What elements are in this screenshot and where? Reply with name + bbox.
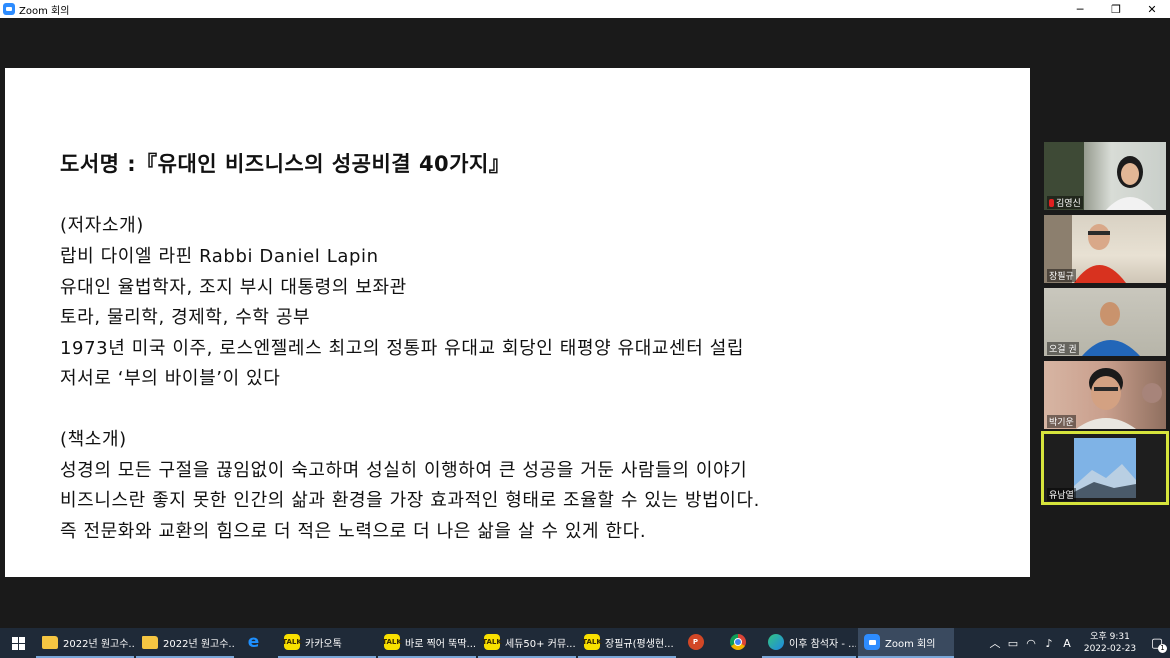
clock[interactable]: 오후 9:31 2022-02-23 bbox=[1080, 631, 1140, 655]
participant-video[interactable]: 장필규 bbox=[1044, 215, 1166, 283]
participant-name: 유남열 bbox=[1047, 488, 1076, 501]
close-button[interactable]: ✕ bbox=[1134, 0, 1170, 18]
participant-video[interactable]: 박기운 bbox=[1044, 361, 1166, 429]
slide-line: 랍비 다이엘 라핀 Rabbi Daniel Lapin bbox=[60, 246, 379, 267]
taskbar-item[interactable] bbox=[720, 628, 760, 658]
clock-time: 오후 9:31 bbox=[1090, 632, 1130, 642]
windows-taskbar: 2022년 원고수... 2022년 원고수... e TALK 카카오톡 TAL… bbox=[0, 628, 1170, 658]
taskbar-item[interactable]: 2022년 원고수... bbox=[36, 628, 134, 658]
chrome-icon bbox=[729, 634, 746, 650]
section-heading-book: (책소개) bbox=[60, 429, 127, 450]
clock-date: 2022-02-23 bbox=[1083, 644, 1137, 654]
active-speaker-video[interactable]: 유남열 bbox=[1041, 431, 1169, 505]
meeting-view: 도서명 :『유대인 비즈니스의 성공비결 40가지』 (저자소개) 랍비 다이엘… bbox=[0, 18, 1170, 628]
notification-icon[interactable]: ▢ 1 bbox=[1144, 636, 1170, 653]
minimize-button[interactable]: ─ bbox=[1062, 0, 1098, 18]
taskbar-item[interactable]: P bbox=[678, 628, 718, 658]
zoom-app-icon bbox=[3, 3, 15, 15]
window-controls: ─ ❐ ✕ bbox=[1062, 0, 1170, 18]
taskbar-item[interactable]: TALK 카카오톡 bbox=[278, 628, 376, 658]
wifi-icon[interactable]: ◠ bbox=[1022, 637, 1040, 650]
taskbar-item[interactable]: 이후 참석자 - ... bbox=[762, 628, 856, 658]
volume-icon[interactable]: ♪ bbox=[1040, 637, 1058, 650]
taskbar-item[interactable]: 2022년 원고수... bbox=[136, 628, 234, 658]
folder-icon bbox=[142, 635, 158, 649]
kakaotalk-icon: TALK bbox=[482, 634, 502, 650]
taskbar-item[interactable]: TALK 바로 찍어 뚝딱... bbox=[378, 628, 476, 658]
taskbar-item-active[interactable]: Zoom 회의 bbox=[858, 628, 954, 658]
title-bar: Zoom 회의 ─ ❐ ✕ bbox=[0, 0, 1170, 18]
slide-line: 성경의 모든 구절을 끊임없이 숙고하며 성실히 이행하여 큰 성공을 거둔 사… bbox=[60, 460, 748, 481]
battery-icon[interactable]: ▭ bbox=[1004, 637, 1022, 650]
notification-count: 1 bbox=[1158, 643, 1167, 653]
section-heading-author: (저자소개) bbox=[60, 215, 144, 236]
participant-video[interactable]: 김영신 bbox=[1044, 142, 1166, 210]
kakaotalk-icon: TALK bbox=[382, 634, 402, 650]
kakaotalk-icon: TALK bbox=[282, 634, 302, 650]
folder-icon bbox=[42, 635, 58, 649]
participant-name: 김영신 bbox=[1047, 196, 1083, 209]
system-tray: ︿ ▭ ◠ ♪ A 오후 9:31 2022-02-23 ▢ 1 bbox=[986, 628, 1170, 658]
mic-muted-icon bbox=[1049, 199, 1054, 207]
participant-name: 장필규 bbox=[1047, 269, 1076, 282]
taskbar-item[interactable]: TALK 장필규(평생현... bbox=[578, 628, 676, 658]
edge-icon bbox=[768, 634, 784, 650]
taskbar-item[interactable]: TALK 세듀50+ 커뮤... bbox=[478, 628, 576, 658]
slide-line: 토라, 물리학, 경제학, 수학 공부 bbox=[60, 307, 311, 328]
participant-name: 오걸 권 bbox=[1047, 342, 1079, 355]
window-title: Zoom 회의 bbox=[19, 5, 70, 17]
powerpoint-icon: P bbox=[687, 634, 704, 650]
slide-line: 즉 전문화와 교환의 힘으로 더 적은 노력으로 더 나은 삶을 살 수 있게 … bbox=[60, 521, 647, 542]
ime-indicator[interactable]: A bbox=[1058, 637, 1076, 650]
slide-line: 저서로 ‘부의 바이블’이 있다 bbox=[60, 368, 281, 389]
book-title: 도서명 :『유대인 비즈니스의 성공비결 40가지』 bbox=[60, 152, 511, 176]
start-button[interactable] bbox=[0, 628, 36, 658]
zoom-icon bbox=[864, 634, 880, 650]
windows-logo-icon bbox=[11, 636, 25, 650]
kakaotalk-icon: TALK bbox=[582, 634, 602, 650]
restore-button[interactable]: ❐ bbox=[1098, 0, 1134, 18]
participant-video[interactable]: 오걸 권 bbox=[1044, 288, 1166, 356]
chevron-up-icon[interactable]: ︿ bbox=[986, 635, 1004, 651]
slide-line: 1973년 미국 이주, 로스엔젤레스 최고의 정통파 유대교 회당인 태평양 … bbox=[60, 338, 745, 359]
participant-name: 박기운 bbox=[1047, 415, 1076, 428]
slide-line: 유대인 율법학자, 조지 부시 대통령의 보좌관 bbox=[60, 277, 407, 298]
ie-icon: e bbox=[247, 632, 260, 652]
slide-line: 비즈니스란 좋지 못한 인간의 삶과 환경을 가장 효과적인 형태로 조율할 수… bbox=[60, 490, 760, 511]
shared-screen-slide: 도서명 :『유대인 비즈니스의 성공비결 40가지』 (저자소개) 랍비 다이엘… bbox=[5, 68, 1030, 577]
taskbar-item[interactable]: e bbox=[236, 628, 276, 658]
